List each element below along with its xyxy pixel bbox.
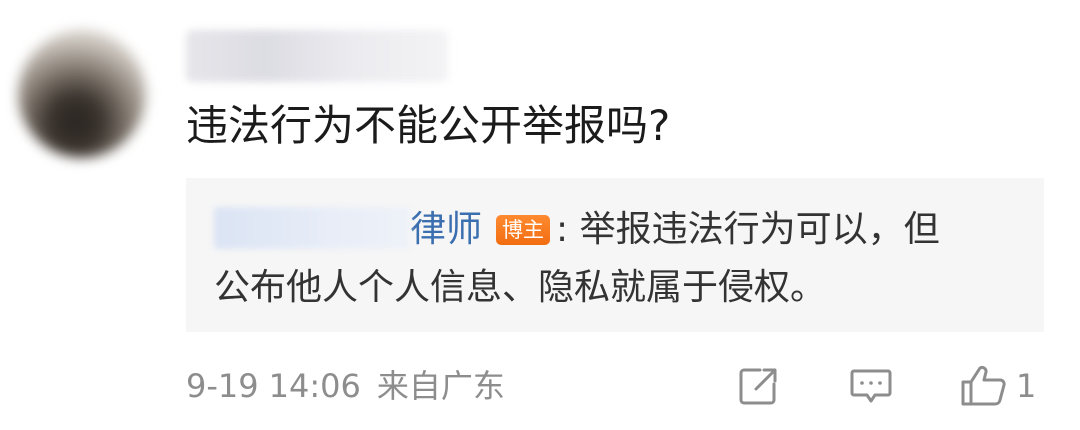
reply-author-blurred[interactable] xyxy=(214,207,410,249)
reply-first-line: 律师 博主: 举报违法行为可以，但 xyxy=(214,206,940,254)
reply-text-line1: : 举报违法行为可以，但 xyxy=(556,209,940,250)
comment-icon xyxy=(848,364,894,408)
comment-time: 14:06 xyxy=(268,367,361,405)
reply-text-line2: 公布他人个人信息、隐私就属于侵权。 xyxy=(214,267,827,308)
avatar[interactable] xyxy=(18,30,146,158)
comment-date: 9-19 xyxy=(186,367,259,405)
thumbs-up-icon xyxy=(960,364,1008,408)
share-icon xyxy=(736,364,780,408)
comment-location: 来自广东 xyxy=(376,367,505,405)
like-count: 1 xyxy=(1016,367,1037,405)
comment-text: 违法行为不能公开举报吗? xyxy=(186,101,671,150)
username-blurred[interactable] xyxy=(186,30,448,82)
blogger-badge: 博主 xyxy=(496,215,551,245)
comment-meta: 9-19 14:06 来自广东 xyxy=(186,364,505,408)
like-button[interactable]: 1 xyxy=(960,364,1036,408)
share-button[interactable] xyxy=(736,364,780,408)
comment-button[interactable] xyxy=(848,364,894,408)
reply-author-suffix[interactable]: 律师 xyxy=(410,209,482,250)
reply-box[interactable]: 律师 博主: 举报违法行为可以，但 公布他人个人信息、隐私就属于侵权。 xyxy=(186,178,1044,332)
